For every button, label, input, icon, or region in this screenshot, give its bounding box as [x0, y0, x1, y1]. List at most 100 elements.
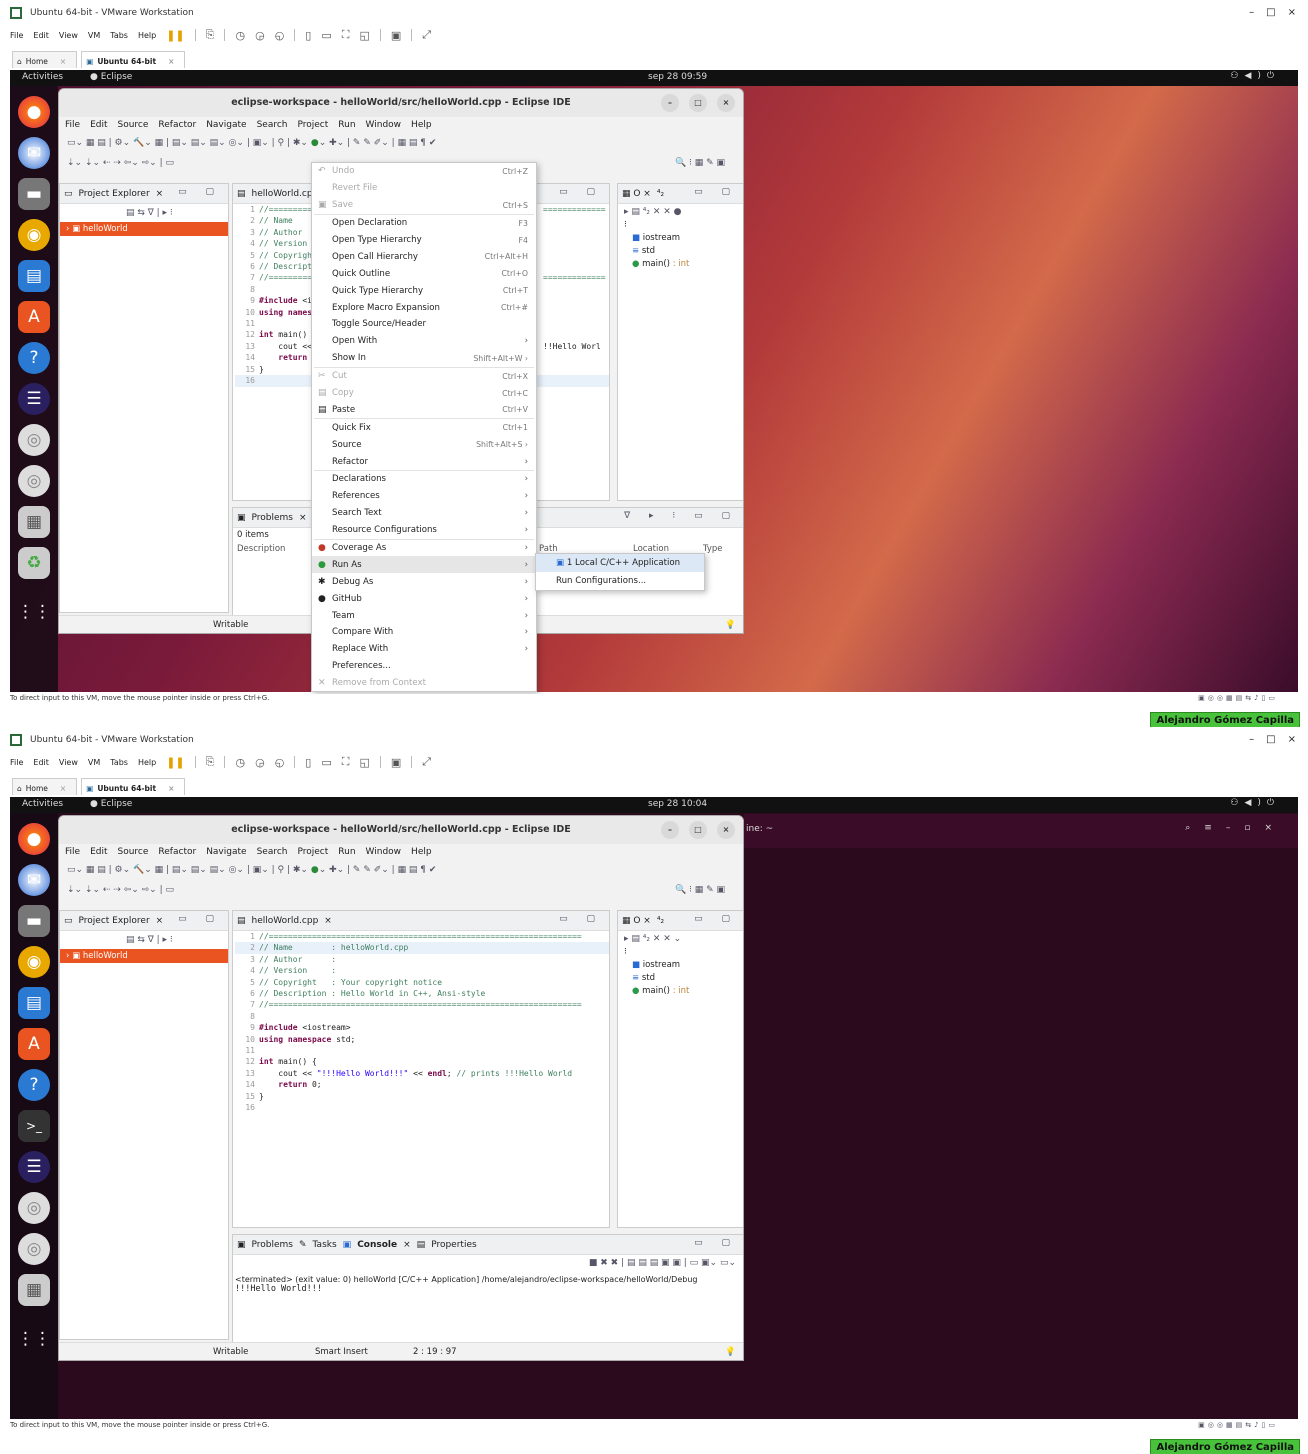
code-line[interactable]: 11	[235, 1045, 609, 1056]
menu-help[interactable]: Help	[411, 120, 432, 130]
menu-source[interactable]: Source	[118, 847, 149, 857]
code-editor[interactable]: 1//=====================================…	[233, 931, 609, 1114]
col-type[interactable]: Type	[703, 544, 723, 554]
stretch-icon[interactable]: ⤢	[422, 28, 431, 42]
ctx-save[interactable]: ▣ Save Ctrl+S	[312, 197, 536, 214]
ctx-run-as[interactable]: ● Run As ›	[312, 556, 536, 574]
vm-menu-file[interactable]: File	[10, 758, 23, 767]
tab-home[interactable]: ⌂ Home ×	[12, 778, 78, 795]
revert-snapshot-icon[interactable]: ◶	[255, 29, 265, 42]
search-icon[interactable]: 🔍 ⁝ ▦ ✎ ▣	[675, 153, 725, 173]
run-configurations[interactable]: Run Configurations...	[536, 572, 704, 590]
close-icon[interactable]: ×	[156, 189, 164, 199]
outline-toolbar[interactable]: ▸ ▤ ⁴₂ ✕ ✕ ●	[618, 204, 743, 220]
close-icon[interactable]: ×	[403, 1240, 411, 1250]
code-line[interactable]: 16	[235, 1102, 609, 1113]
fullscreen-icon[interactable]: ⛶	[342, 28, 350, 42]
tree-item-helloworld[interactable]: › ▣ helloWorld	[60, 222, 228, 236]
view-controls[interactable]: ▭ ▢	[178, 187, 222, 197]
fullscreen-icon[interactable]: ⛶	[342, 755, 350, 769]
close-icon[interactable]: ×	[60, 57, 66, 66]
tab-tasks[interactable]: Tasks	[313, 1240, 337, 1250]
software-icon[interactable]: A	[18, 301, 50, 333]
unity-icon[interactable]: ◱	[359, 756, 369, 769]
send-keys-icon[interactable]: ⎘	[206, 28, 215, 42]
snapshot-manager-icon[interactable]: ◵	[275, 756, 285, 769]
tab-editor[interactable]: helloWorld.cpp	[252, 916, 319, 926]
tab-ubuntu[interactable]: ▣ Ubuntu 64-bit ×	[81, 778, 186, 795]
window-controls[interactable]: – □ ×	[1249, 7, 1296, 18]
more-icon[interactable]: ⁝	[618, 947, 743, 957]
ctx-toggle-source-header[interactable]: Toggle Source/Header	[312, 316, 536, 333]
outline-item-std[interactable]: ≡ std	[618, 970, 743, 983]
ctx-search-text[interactable]: Search Text ›	[312, 505, 536, 522]
menu-refactor[interactable]: Refactor	[158, 120, 196, 130]
vm-menu-view[interactable]: View	[59, 31, 78, 40]
ctx-declarations[interactable]: Declarations ›	[312, 471, 536, 488]
close-icon[interactable]: ×	[168, 784, 174, 793]
run-local-cpp-app[interactable]: ▣ 1 Local C/C++ Application	[536, 554, 704, 572]
ctx-cut[interactable]: ✂ Cut Ctrl+X	[312, 368, 536, 385]
close-icon[interactable]: ×	[717, 94, 735, 112]
minimize-icon[interactable]: –	[661, 821, 679, 839]
maximize-icon[interactable]: □	[1266, 734, 1275, 745]
close-icon[interactable]: ×	[299, 513, 307, 523]
tab-home[interactable]: ⌂ Home ×	[12, 51, 78, 68]
close-icon[interactable]: ×	[1288, 7, 1296, 18]
code-line[interactable]: 5// Copyright : Your copyright notice	[235, 977, 609, 988]
tree-item-helloworld[interactable]: › ▣ helloWorld	[60, 949, 228, 963]
menu-navigate[interactable]: Navigate	[206, 120, 246, 130]
view-thumbnail-icon[interactable]: ▭	[321, 756, 331, 769]
ctx-source[interactable]: Source Shift+Alt+S ›	[312, 436, 536, 453]
writer-icon[interactable]: ▤	[18, 260, 50, 292]
menu-navigate[interactable]: Navigate	[206, 847, 246, 857]
ctx-undo[interactable]: ↶ Undo Ctrl+Z	[312, 163, 536, 180]
ctx-explore-macro-expansion[interactable]: Explore Macro Expansion Ctrl+#	[312, 299, 536, 316]
disc-icon[interactable]: ◎	[18, 1233, 50, 1265]
files-icon[interactable]: ▬	[18, 178, 50, 210]
menu-edit[interactable]: Edit	[90, 120, 107, 130]
snapshot-icon[interactable]: ◷	[235, 29, 245, 42]
close-icon[interactable]: ×	[324, 916, 332, 926]
outline-item-iostream[interactable]: ■ iostream	[618, 957, 743, 970]
close-icon[interactable]: ×	[168, 57, 174, 66]
tab-editor[interactable]: helloWorld.cp	[252, 189, 313, 199]
code-line[interactable]: 14 return 0;	[235, 1079, 609, 1090]
menu-refactor[interactable]: Refactor	[158, 847, 196, 857]
vm-menu-edit[interactable]: Edit	[33, 758, 49, 767]
eclipse-dock-icon[interactable]: ☰	[18, 1151, 50, 1183]
ctx-open-with[interactable]: Open With ›	[312, 333, 536, 350]
ctx-show-in[interactable]: Show In Shift+Alt+W ›	[312, 350, 536, 367]
view-controls[interactable]: ▭ ▢	[559, 187, 603, 197]
menu-window[interactable]: Window	[366, 120, 402, 130]
outline-item-std[interactable]: ≡ std	[618, 243, 743, 256]
rhythmbox-icon[interactable]: ◉	[18, 219, 50, 251]
disc-icon[interactable]: ◎	[18, 424, 50, 456]
thunderbird-icon[interactable]: ✉	[18, 137, 50, 169]
col-description[interactable]: Description	[237, 544, 285, 554]
view-controls[interactable]: ▭ ▢	[694, 1238, 738, 1248]
close-icon[interactable]: ×	[156, 916, 164, 926]
maximize-icon[interactable]: □	[1266, 7, 1275, 18]
code-line[interactable]: 4// Version :	[235, 965, 609, 976]
unity-icon[interactable]: ◱	[359, 29, 369, 42]
view-controls[interactable]: ▭ ▢	[694, 187, 738, 197]
stretch-icon[interactable]: ⤢	[422, 755, 431, 769]
view-controls[interactable]: ▭ ▢	[559, 914, 603, 924]
tip-icon[interactable]: 💡	[725, 620, 736, 630]
eclipse-toolbar[interactable]: ▭⌄ ▦ ▤ | ⚙⌄ 🔨⌄ ▦ | ▤⌄ ▤⌄ ▤⌄ ◎⌄ | ▣⌄ | ⚲ …	[59, 133, 743, 153]
ctx-preferences[interactable]: Preferences...	[312, 658, 536, 675]
minimize-icon[interactable]: –	[1249, 734, 1254, 745]
ctx-open-call-hierarchy[interactable]: Open Call Hierarchy Ctrl+Alt+H	[312, 248, 536, 265]
vm-menu-help[interactable]: Help	[138, 758, 156, 767]
vm-menu-file[interactable]: File	[10, 31, 23, 40]
code-line[interactable]: 3// Author :	[235, 954, 609, 965]
vm-menu-edit[interactable]: Edit	[33, 31, 49, 40]
code-line[interactable]: 9#include <iostream>	[235, 1022, 609, 1033]
tab-problems[interactable]: Problems	[252, 1240, 293, 1250]
tab-project-explorer[interactable]: Project Explorer	[79, 916, 150, 926]
send-keys-icon[interactable]: ⎘	[206, 755, 215, 769]
view-sidebar-icon[interactable]: ▯	[305, 29, 311, 42]
menu-search[interactable]: Search	[257, 120, 288, 130]
pause-icon[interactable]: ❚❚	[166, 756, 184, 769]
